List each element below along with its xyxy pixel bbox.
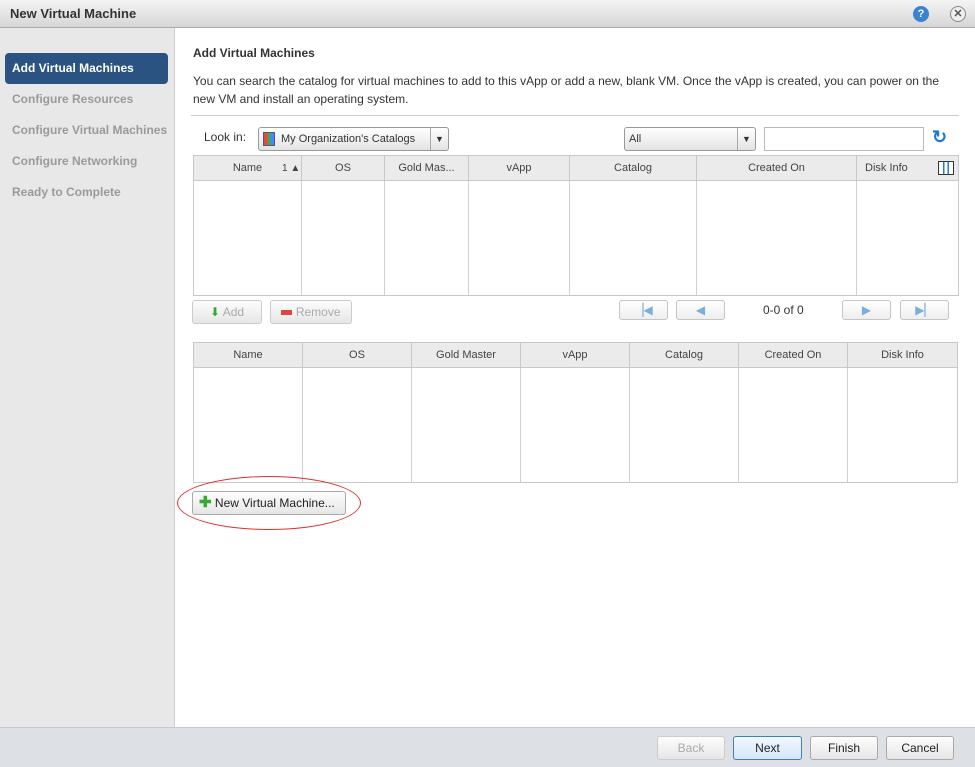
- back-button[interactable]: Back: [657, 736, 725, 760]
- add-button[interactable]: ⬇ Add: [192, 300, 262, 324]
- column-header-gold-master[interactable]: Gold Master: [412, 343, 521, 368]
- previous-page-button[interactable]: ◀: [676, 300, 725, 320]
- step-configure-virtual-machines: Configure Virtual Machines: [12, 123, 168, 137]
- remove-button[interactable]: Remove: [270, 300, 352, 324]
- next-button[interactable]: Next: [733, 736, 802, 760]
- cancel-button[interactable]: Cancel: [886, 736, 954, 760]
- column-header-os[interactable]: OS: [302, 156, 385, 181]
- window-title: New Virtual Machine: [10, 6, 137, 21]
- pager-text: 0-0 of 0: [763, 303, 804, 317]
- column-header-gold-master[interactable]: Gold Mas...: [385, 156, 469, 181]
- wizard-steps: Add Virtual Machines Configure Resources…: [0, 28, 175, 727]
- step-add-virtual-machines[interactable]: Add Virtual Machines: [5, 53, 168, 84]
- new-virtual-machine-button[interactable]: ✚ New Virtual Machine...: [192, 491, 346, 515]
- page-title: Add Virtual Machines: [193, 46, 315, 60]
- step-configure-resources: Configure Resources: [12, 92, 134, 106]
- page-description: You can search the catalog for virtual m…: [193, 74, 939, 106]
- finish-button[interactable]: Finish: [810, 736, 878, 760]
- last-page-button[interactable]: ▶▏: [900, 300, 949, 320]
- divider: [191, 115, 959, 116]
- step-ready-to-complete: Ready to Complete: [12, 185, 121, 199]
- close-icon[interactable]: ✕: [950, 6, 966, 22]
- help-icon[interactable]: ?: [913, 6, 929, 22]
- search-input[interactable]: [764, 127, 924, 151]
- plus-icon: ✚: [199, 494, 212, 511]
- filter-select[interactable]: All ▼: [624, 127, 756, 151]
- column-header-vapp[interactable]: vApp: [469, 156, 570, 181]
- column-header-catalog[interactable]: Catalog: [630, 343, 739, 368]
- title-bar: New Virtual Machine ? ✕: [0, 0, 975, 28]
- selected-vms-table: Name OS Gold Master vApp Catalog Created…: [193, 342, 958, 483]
- look-in-select[interactable]: My Organization's Catalogs ▼: [258, 127, 449, 151]
- column-header-os[interactable]: OS: [303, 343, 412, 368]
- column-header-disk-info[interactable]: Disk Info: [848, 343, 957, 368]
- look-in-value: My Organization's Catalogs: [281, 133, 416, 145]
- sort-indicator: 1 ▲: [282, 163, 301, 174]
- chevron-down-icon: ▼: [737, 128, 755, 150]
- catalog-icon: [263, 132, 275, 146]
- next-page-button[interactable]: ▶: [842, 300, 891, 320]
- refresh-icon[interactable]: ↻: [932, 127, 947, 148]
- filter-value: All: [629, 133, 642, 145]
- step-configure-networking: Configure Networking: [12, 154, 138, 168]
- column-header-name[interactable]: Name 1 ▲: [194, 156, 302, 181]
- catalog-table: Name 1 ▲ OS Gold Mas... vApp Catalog Crea…: [193, 155, 959, 296]
- first-page-button[interactable]: ▕◀: [619, 300, 668, 320]
- look-in-label: Look in:: [204, 130, 247, 144]
- column-header-catalog[interactable]: Catalog: [570, 156, 697, 181]
- column-header-vapp[interactable]: vApp: [521, 343, 630, 368]
- chevron-down-icon: ▼: [430, 128, 448, 150]
- wizard-footer: Back Next Finish Cancel: [0, 727, 975, 767]
- column-chooser-icon[interactable]: [938, 161, 954, 175]
- column-header-created-on[interactable]: Created On: [739, 343, 848, 368]
- column-header-created-on[interactable]: Created On: [697, 156, 857, 181]
- column-header-name[interactable]: Name: [194, 343, 303, 368]
